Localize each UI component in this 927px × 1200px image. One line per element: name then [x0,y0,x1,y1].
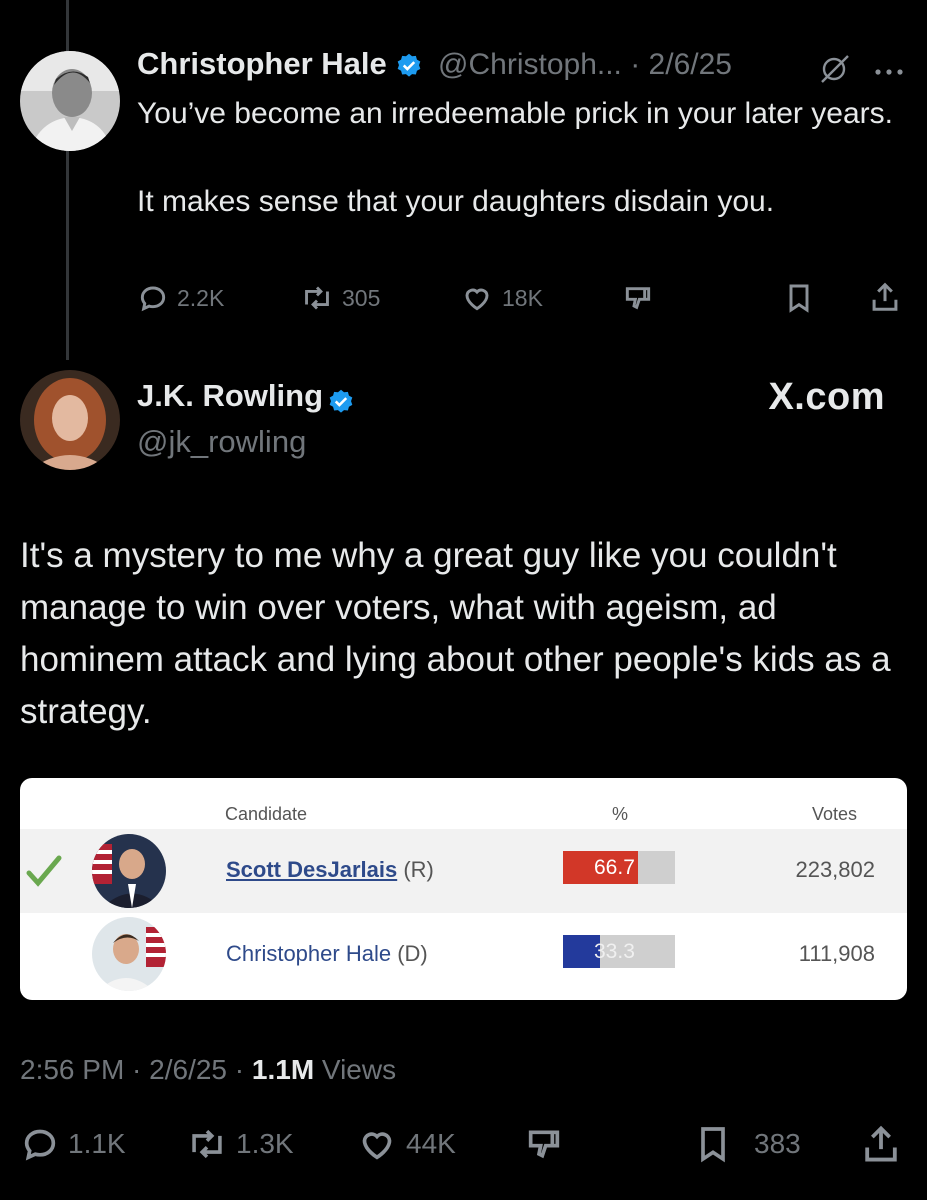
bookmark-icon [701,1127,725,1163]
candidate-party-hale: (D) [397,941,428,966]
more-options-icon[interactable] [874,64,904,82]
winner-checkmark-icon [26,853,62,894]
reply-text: You’ve become an irredeemable prick in y… [137,92,907,268]
repost-icon [305,286,329,310]
result-row-hale: Christopher Hale (D) 33.3 111,908 [20,913,907,997]
reply-like-count: 18K [502,284,543,311]
reply-bookmark-button[interactable] [784,282,814,314]
reply-dislike-button[interactable] [622,282,654,314]
thumbs-down-icon [625,287,651,310]
post-reply-button[interactable]: 1.1K [20,1124,126,1164]
post-author-name[interactable]: J.K. Rowling [137,378,323,413]
post-share-button[interactable] [862,1122,900,1166]
repost-icon [192,1129,222,1159]
share-icon [872,282,898,311]
reply-paragraph-1: You’ve become an irredeemable prick in y… [137,97,893,130]
reply-icon [24,1129,56,1161]
percent-bar-desjarlais: 66.7 [563,851,675,884]
candidate-photo-hale [92,917,166,991]
post-bookmark-button[interactable]: 383 [694,1124,801,1164]
percent-label-hale: 33.3 [594,940,635,963]
percent-bar-hale: 33.3 [563,935,675,968]
thumbs-down-icon [528,1130,560,1159]
avatar-jk-rowling[interactable] [20,370,120,470]
reply-handle-date[interactable]: @Christoph... · 2/6/25 [438,48,732,81]
verified-badge-icon [398,53,421,77]
result-row-winner: Scott DesJarlais (R) 66.7 223,802 [20,829,907,913]
post-author-header: J.K. Rowling [137,378,355,416]
percent-label-desjarlais: 66.7 [594,856,635,879]
post-reply-count: 1.1K [68,1128,126,1159]
reply-header: Christopher Hale @Christoph... · 2/6/25 [137,46,732,82]
reply-repost-button[interactable]: 305 [300,282,380,314]
post-bookmark-count: 383 [754,1128,801,1159]
reply-author-name[interactable]: Christopher Hale [137,46,387,81]
xcom-watermark: X.com [768,376,885,418]
reply-paragraph-2: It makes sense that your daughters disda… [137,185,775,218]
reply-reply-button[interactable]: 2.2K [137,282,224,314]
post-repost-button[interactable]: 1.3K [186,1124,294,1164]
post-views-count: 1.1M [251,1054,315,1085]
post-author-handle[interactable]: @jk_rowling [137,424,306,460]
post-like-count: 44K [406,1128,456,1159]
avatar-christopher-hale[interactable] [20,51,120,151]
verified-badge-icon [330,389,353,413]
votes-hale: 111,908 [798,941,875,966]
post-timestamp[interactable]: 2:56 PM · 2/6/25 · [20,1054,252,1085]
reply-repost-count: 305 [342,284,381,311]
candidate-party-desjarlais: (R) [403,857,434,882]
candidate-name-hale[interactable]: Christopher Hale (D) [226,941,428,967]
candidate-link-hale[interactable]: Christopher Hale [226,941,391,966]
heart-icon [465,288,489,311]
post-like-button[interactable]: 44K [356,1124,456,1164]
post-repost-count: 1.3K [236,1128,294,1159]
election-results-card[interactable]: Candidate % Votes Scott DesJarlais (R) 6… [20,778,907,1000]
reply-share-button[interactable] [870,280,900,314]
reply-like-button[interactable]: 18K [460,282,543,314]
post-text: It's a mystery to me why a great guy lik… [20,536,891,731]
reply-icon [140,286,166,312]
bookmark-icon [789,284,809,313]
reply-reply-count: 2.2K [177,284,225,311]
heart-icon [362,1132,392,1160]
candidate-photo-desjarlais [92,834,166,908]
candidate-link-desjarlais[interactable]: Scott DesJarlais [226,857,397,882]
column-header-percent: % [612,804,629,824]
candidate-name-desjarlais[interactable]: Scott DesJarlais (R) [226,857,434,883]
column-header-votes: Votes [811,804,857,824]
grok-icon[interactable] [818,54,852,89]
post-dislike-button[interactable] [524,1124,564,1164]
share-icon [865,1125,897,1162]
column-header-candidate: Candidate [225,804,308,824]
post-views-label: Views [314,1054,397,1085]
post-meta: 2:56 PM · 2/6/25 · 1.1M Views [20,1054,396,1086]
votes-desjarlais: 223,802 [795,857,875,882]
